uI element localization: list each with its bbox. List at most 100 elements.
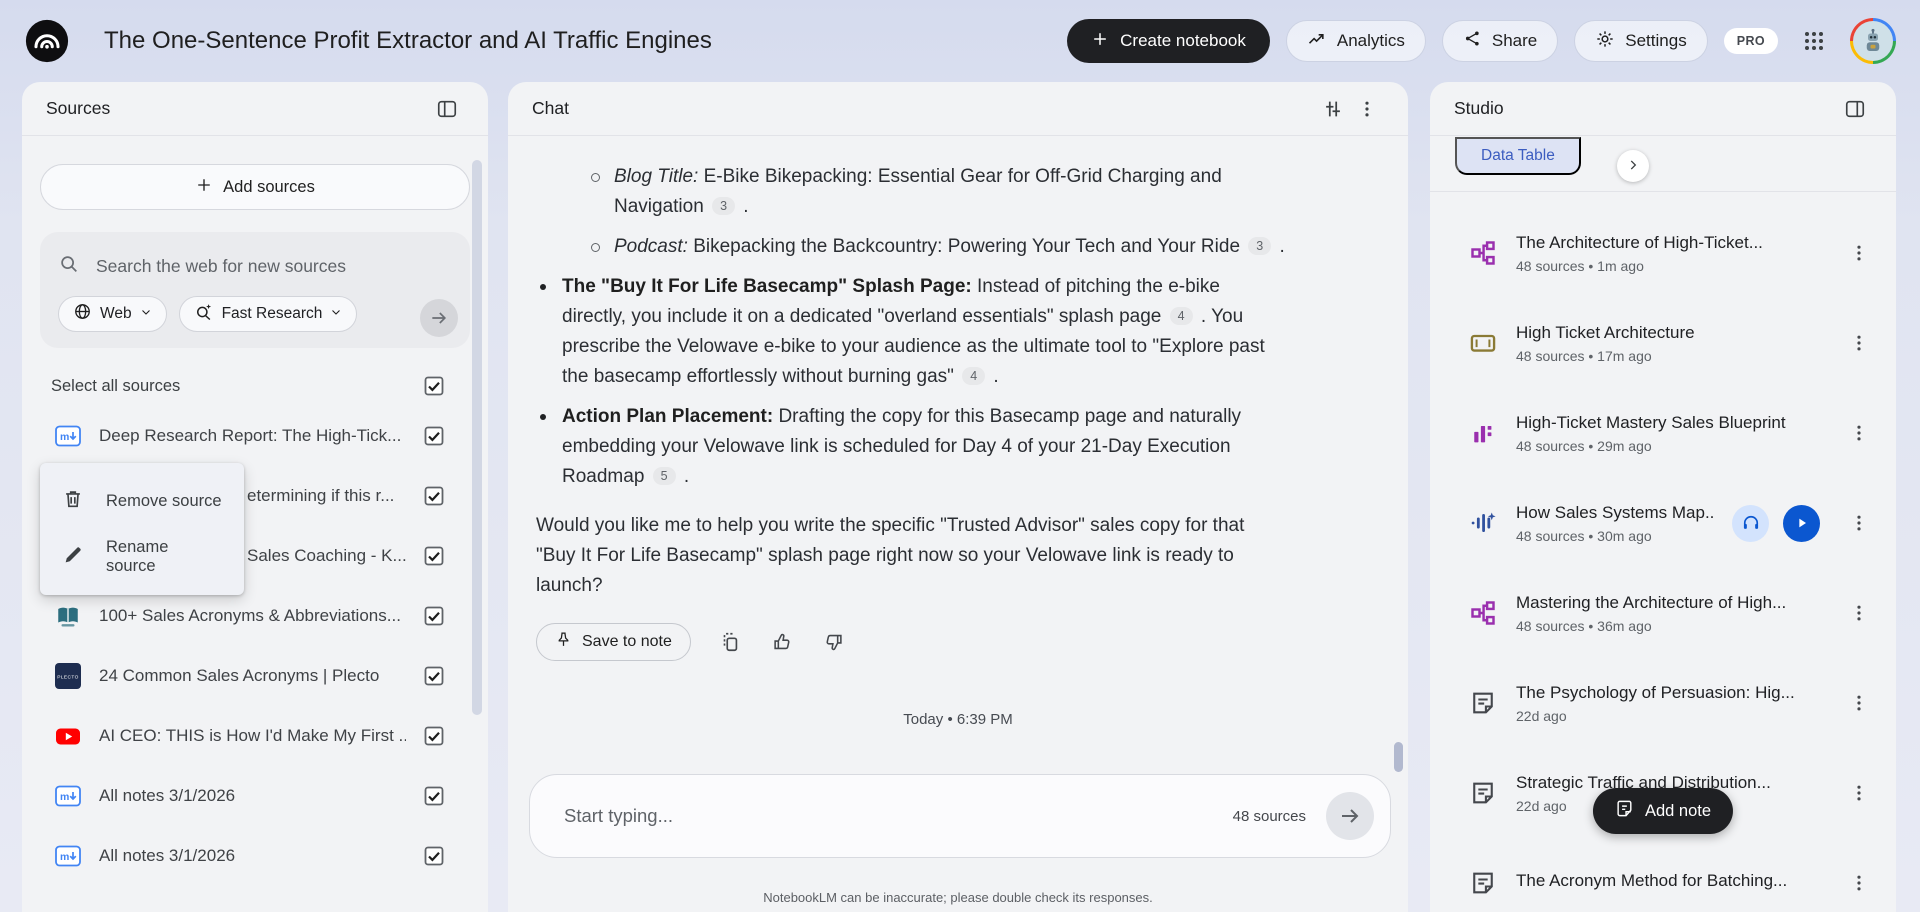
source-checkbox[interactable] xyxy=(424,726,444,746)
source-row[interactable]: m All notes 3/1/2026 xyxy=(22,826,488,886)
chat-message-sub: Podcast: Bikepacking the Backcountry: Po… xyxy=(586,232,1346,262)
chat-panel: Chat Blog Title: E-Bike Bikepacking: Ess… xyxy=(508,82,1408,912)
studio-item[interactable]: High Ticket Architecture 48 sources • 17m… xyxy=(1430,298,1896,388)
pin-icon xyxy=(555,631,572,653)
chips-scroll-right-button[interactable] xyxy=(1617,150,1649,182)
sources-title: Sources xyxy=(46,98,111,118)
rename-source-menu-item[interactable]: Rename source xyxy=(40,529,244,585)
chat-settings-sliders-icon[interactable] xyxy=(1316,92,1350,126)
play-audio-button[interactable] xyxy=(1783,504,1820,542)
message-text: Blog Title: xyxy=(614,166,699,187)
studio-item[interactable]: The Architecture of High-Ticket... 48 sou… xyxy=(1430,208,1896,298)
source-title: 24 Common Sales Acronyms | Plecto xyxy=(99,666,380,685)
chat-message-bullet: The "Buy It For Life Basecamp" Splash Pa… xyxy=(536,272,1366,392)
search-submit-arrow-button[interactable] xyxy=(420,299,458,337)
add-note-button[interactable]: Add note xyxy=(1592,788,1734,834)
studio-item-more-menu-icon[interactable] xyxy=(1842,776,1876,810)
note-icon xyxy=(1468,688,1498,718)
studio-item-text: The Psychology of Persuasion: Hig... 22d … xyxy=(1516,683,1824,724)
note-icon xyxy=(1468,868,1498,898)
citation-chip[interactable]: 3 xyxy=(712,197,736,215)
collapse-studio-panel-icon[interactable] xyxy=(1838,92,1872,126)
analytics-button[interactable]: Analytics xyxy=(1285,20,1426,62)
message-text: Action Plan Placement: xyxy=(562,406,774,427)
source-checkbox[interactable] xyxy=(424,606,444,626)
studio-item-title: High Ticket Architecture xyxy=(1516,322,1695,342)
message-text: . xyxy=(738,196,749,217)
source-title: 100+ Sales Acronyms & Abbreviations... xyxy=(99,606,401,625)
studio-item-text: How Sales Systems Map... 48 sources • 30m… xyxy=(1516,503,1714,544)
source-checkbox[interactable] xyxy=(424,666,444,686)
studio-item-more-menu-icon[interactable] xyxy=(1842,866,1876,900)
thumbs-up-icon[interactable] xyxy=(769,629,795,655)
studio-item-more-menu-icon[interactable] xyxy=(1842,416,1876,450)
web-source-type-dropdown[interactable]: Web xyxy=(58,296,167,332)
source-title: etermining if this r... xyxy=(247,486,395,505)
trash-icon xyxy=(62,488,84,515)
interactive-mode-button[interactable] xyxy=(1732,504,1769,542)
select-all-checkbox[interactable] xyxy=(424,376,444,396)
studio-item[interactable]: How Sales Systems Map... 48 sources • 30m… xyxy=(1430,478,1896,568)
studio-item-more-menu-icon[interactable] xyxy=(1842,506,1876,540)
studio-item[interactable]: Mastering the Architecture of High... 48 … xyxy=(1430,568,1896,658)
studio-item-more-menu-icon[interactable] xyxy=(1842,236,1876,270)
chat-input[interactable] xyxy=(564,805,1233,827)
page-title: The One-Sentence Profit Extractor and AI… xyxy=(104,27,712,54)
research-mode-dropdown[interactable]: Fast Research xyxy=(178,296,358,332)
citation-chip[interactable]: 3 xyxy=(1248,237,1272,255)
studio-item[interactable]: The Acronym Method for Batching... xyxy=(1430,838,1896,912)
studio-item-text: High-Ticket Mastery Sales Blueprint 48 so… xyxy=(1516,413,1824,454)
source-checkbox[interactable] xyxy=(424,786,444,806)
thumbs-down-icon[interactable] xyxy=(821,629,847,655)
flowchart-icon xyxy=(1468,238,1498,268)
web-search-input[interactable]: Search the web for new sources xyxy=(58,242,452,290)
studio-item-more-menu-icon[interactable] xyxy=(1842,596,1876,630)
avatar[interactable] xyxy=(1850,18,1896,64)
data-table-chip[interactable]: Data Table xyxy=(1455,137,1581,175)
create-notebook-button[interactable]: Create notebook xyxy=(1067,19,1270,63)
message-text: . xyxy=(988,366,999,387)
chat-more-menu-icon[interactable] xyxy=(1350,92,1384,126)
disclaimer-text: NotebookLM can be inaccurate; please dou… xyxy=(763,890,1153,905)
copy-icon[interactable] xyxy=(717,629,743,655)
save-to-note-button[interactable]: Save to note xyxy=(536,623,691,661)
message-text: Would you like me to help you write the … xyxy=(536,515,1245,596)
share-button[interactable]: Share xyxy=(1441,20,1559,62)
citation-chip[interactable]: 5 xyxy=(652,467,676,485)
settings-button[interactable]: Settings xyxy=(1574,20,1708,62)
source-context-menu: Remove source Rename source xyxy=(40,463,244,595)
citation-chip[interactable]: 4 xyxy=(962,367,986,385)
source-checkbox[interactable] xyxy=(424,546,444,566)
source-checkbox[interactable] xyxy=(424,426,444,446)
send-message-button[interactable] xyxy=(1326,792,1374,840)
apps-grid-icon[interactable] xyxy=(1794,21,1834,61)
studio-item-meta: 22d ago xyxy=(1516,707,1567,724)
notebooklm-logo-icon[interactable] xyxy=(24,18,70,64)
source-row[interactable]: PLECTO 24 Common Sales Acronyms | Plecto xyxy=(22,646,488,706)
source-row[interactable]: AI CEO: THIS is How I'd Make My First ..… xyxy=(22,706,488,766)
source-row[interactable]: m Deep Research Report: The High-Tick... xyxy=(22,406,488,466)
studio-item[interactable]: High-Ticket Mastery Sales Blueprint 48 so… xyxy=(1430,388,1896,478)
studio-item-meta: 48 sources • 1m ago xyxy=(1516,257,1644,274)
source-title: Deep Research Report: The High-Tick... xyxy=(99,426,402,445)
source-row[interactable]: m All notes 3/1/2026 xyxy=(22,766,488,826)
sources-scrollbar[interactable] xyxy=(472,160,482,715)
collapse-sources-panel-icon[interactable] xyxy=(430,92,464,126)
source-checkbox[interactable] xyxy=(424,846,444,866)
svg-text:PLECTO: PLECTO xyxy=(57,674,79,680)
trend-icon xyxy=(1307,29,1327,54)
add-sources-button[interactable]: Add sources xyxy=(40,164,470,210)
chevron-right-icon xyxy=(1626,158,1640,175)
message-text: . xyxy=(1274,236,1285,257)
studio-item-more-menu-icon[interactable] xyxy=(1842,686,1876,720)
source-row[interactable]: 100+ Sales Acronyms & Abbreviations... xyxy=(22,586,488,646)
frame-icon xyxy=(1468,328,1498,358)
source-checkbox[interactable] xyxy=(424,486,444,506)
sources-panel: Sources Add sources Search the web for n… xyxy=(22,82,488,912)
chat-scrollbar[interactable] xyxy=(1394,742,1403,772)
citation-chip[interactable]: 4 xyxy=(1169,307,1193,325)
studio-item-more-menu-icon[interactable] xyxy=(1842,326,1876,360)
remove-source-menu-item[interactable]: Remove source xyxy=(40,473,244,529)
message-text: Podcast: xyxy=(614,236,688,257)
studio-item[interactable]: The Psychology of Persuasion: Hig... 22d … xyxy=(1430,658,1896,748)
